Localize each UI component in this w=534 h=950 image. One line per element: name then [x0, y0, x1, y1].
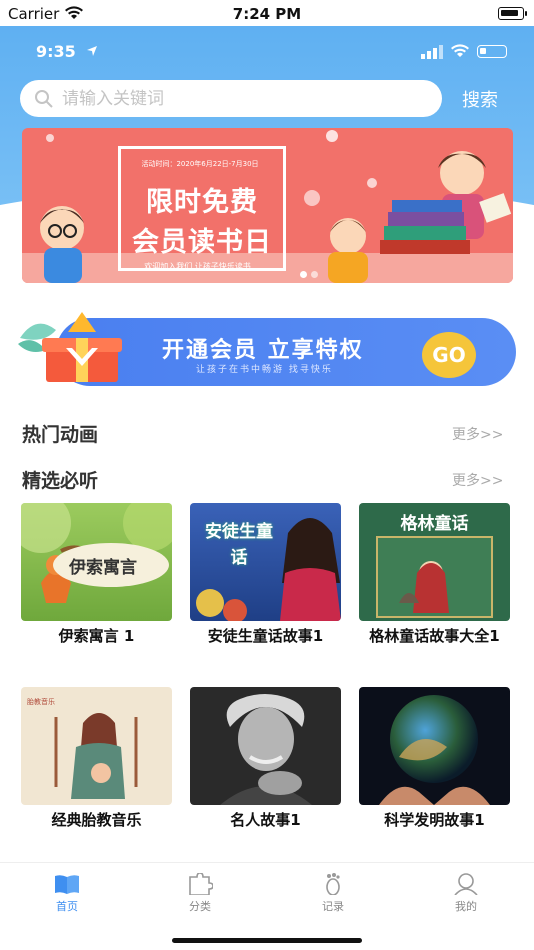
album-card-aesop[interactable]: 伊索寓言 伊索寓言 1: [21, 503, 172, 645]
app-battery-icon: [477, 45, 507, 58]
album-title: 名人故事1: [230, 811, 301, 829]
album-title: 伊索寓言 1: [58, 627, 135, 645]
tab-bar: 首页 分类 记录 我的: [0, 862, 534, 950]
section-title-hot-animation: 热门动画: [22, 424, 99, 446]
search-bar[interactable]: [20, 80, 442, 117]
vip-go-button[interactable]: GO: [422, 332, 476, 378]
promo-banner[interactable]: 活动时间：2020年6月22日-7月30日 限时免费 会员读书日 欢迎加入我们 …: [22, 128, 513, 283]
app-wifi-icon: [451, 44, 469, 57]
album-title: 格林童话故事大全1: [369, 627, 500, 645]
simulator-time: 7:24 PM: [232, 5, 302, 23]
tab-label: 分类: [189, 900, 211, 913]
app-status-time: 9:35: [36, 42, 76, 61]
location-arrow-icon: [87, 46, 97, 56]
footprint-icon: [326, 873, 340, 895]
book-icon: [55, 875, 79, 894]
tab-label: 记录: [322, 900, 344, 913]
battery-icon: [498, 7, 527, 20]
user-icon: [454, 873, 478, 895]
cover-title: 伊索寓言: [69, 558, 137, 578]
tab-category[interactable]: 分类: [160, 873, 240, 919]
cover-title: 格林童话: [400, 514, 469, 534]
tab-label: 我的: [455, 900, 477, 913]
album-card-famous-people[interactable]: 名人故事1: [190, 687, 341, 829]
banner-tagline: 欢迎加入我们 让孩子快乐读书: [144, 262, 251, 271]
album-cover: [359, 687, 510, 805]
tab-profile[interactable]: 我的: [426, 873, 506, 919]
search-input[interactable]: [62, 86, 422, 112]
puzzle-icon: [189, 873, 213, 895]
tab-home[interactable]: 首页: [27, 873, 107, 919]
banner-title-line1: 限时免费: [146, 187, 258, 218]
album-title: 科学发明故事1: [384, 811, 485, 829]
cover-title: 安徒生童话: [205, 522, 273, 568]
signal-icon: [421, 45, 443, 59]
album-title: 经典胎教音乐: [51, 811, 142, 829]
banner-title-line2: 会员读书日: [132, 227, 272, 258]
vip-subtitle: 让孩子在书中畅游 找寻快乐: [196, 365, 333, 375]
album-card-science-inventions[interactable]: 科学发明故事1: [359, 687, 510, 829]
search-button[interactable]: 搜索: [452, 86, 508, 111]
album-card-grimm[interactable]: 格林童话 格林童话故事大全1: [359, 503, 510, 645]
album-cover: 伊索寓言: [21, 503, 172, 621]
gift-box-icon: [18, 312, 122, 382]
album-cover: 胎教音乐: [21, 687, 172, 805]
tab-history[interactable]: 记录: [293, 873, 373, 919]
album-card-andersen[interactable]: 安徒生童话 安徒生童话故事1: [190, 503, 341, 645]
banner-page-dots[interactable]: [300, 263, 322, 282]
vip-banner[interactable]: 开通会员 立享特权 让孩子在书中畅游 找寻快乐 GO: [16, 304, 516, 388]
simulator-status-bar: Carrier 7:24 PM: [0, 0, 534, 26]
album-title: 安徒生童话故事1: [207, 627, 324, 645]
section-title-featured-listening: 精选必听: [22, 470, 99, 492]
album-card-prenatal-music[interactable]: 胎教音乐 经典胎教音乐: [21, 687, 172, 829]
album-cover: [190, 687, 341, 805]
tab-label: 首页: [56, 900, 78, 913]
more-link-hot-animation[interactable]: 更多>>: [452, 424, 503, 444]
vip-title: 开通会员 立享特权: [162, 338, 364, 363]
home-indicator: [172, 938, 362, 943]
banner-date: 活动时间：2020年6月22日-7月30日: [141, 160, 259, 168]
more-link-featured-listening[interactable]: 更多>>: [452, 470, 503, 490]
album-cover: 安徒生童话: [190, 503, 341, 621]
album-cover: 格林童话: [359, 503, 510, 621]
search-icon: [35, 90, 53, 108]
cover-title: 胎教音乐: [27, 698, 55, 706]
